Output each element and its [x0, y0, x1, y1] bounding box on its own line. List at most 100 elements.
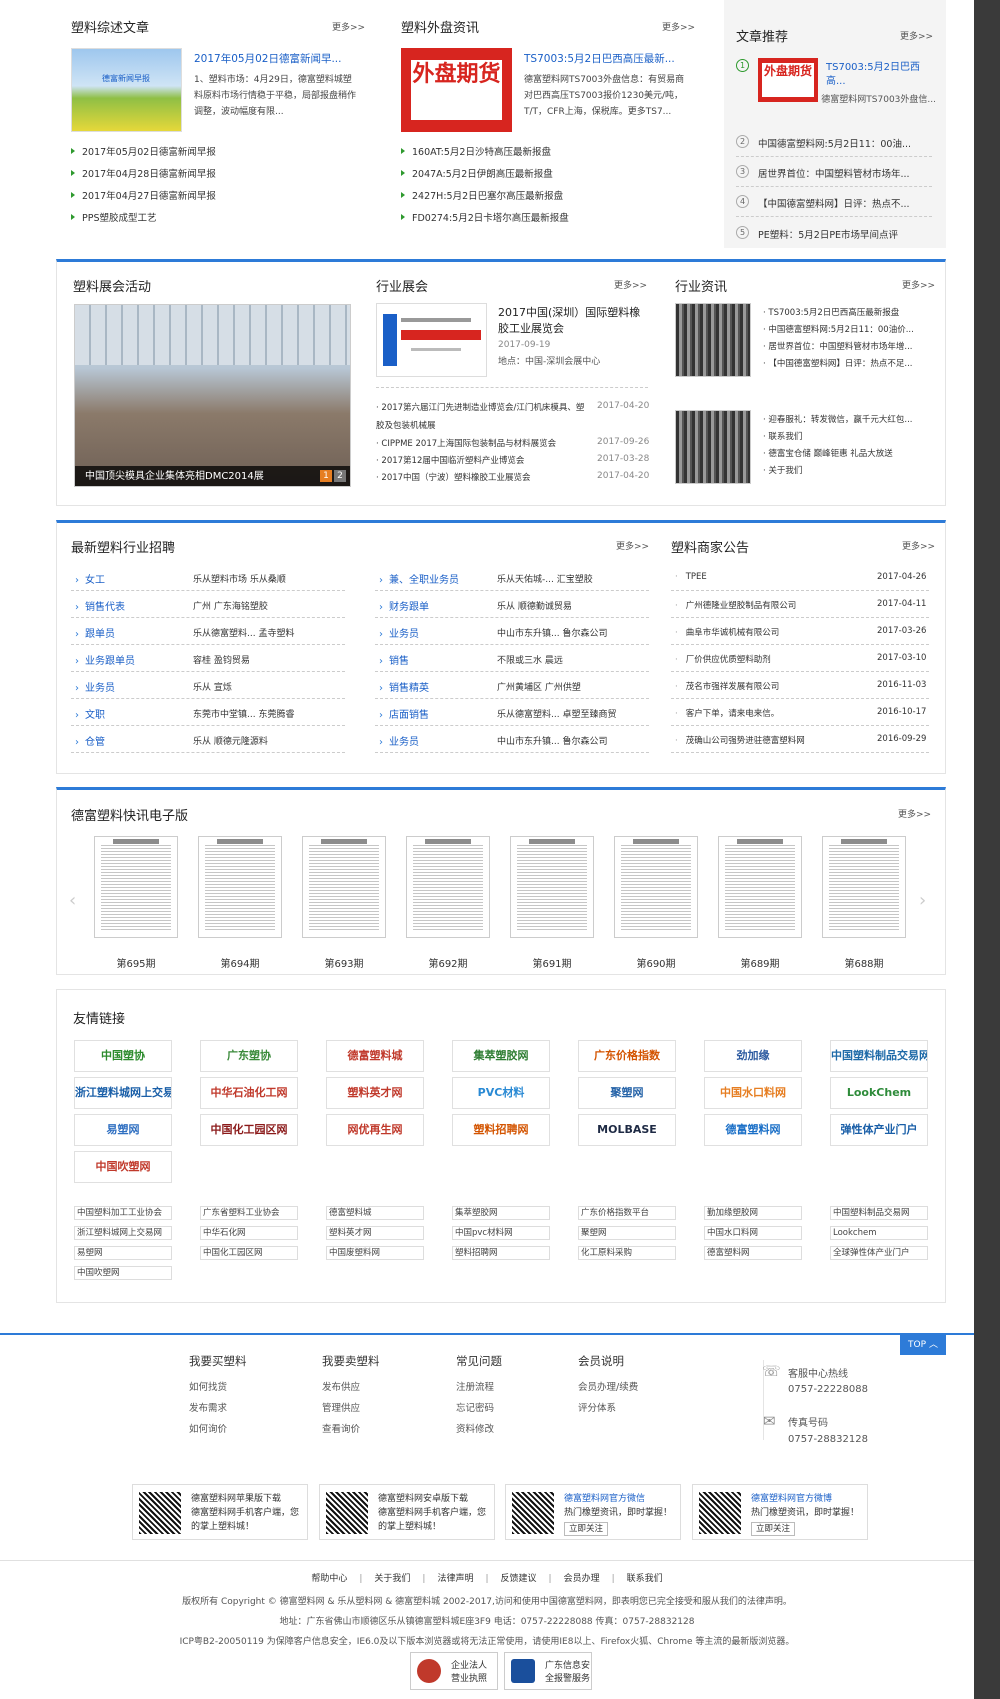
partner-logo-link[interactable]: PVC材料 [452, 1077, 550, 1109]
notice-item[interactable]: · 茂名市强祥发展有限公司 [675, 680, 855, 692]
job-company[interactable]: 不限或三水 晨远 [497, 653, 637, 666]
ebulletin-issue-label[interactable]: 第690期 [614, 955, 698, 970]
partner-text-link[interactable]: 中国塑料加工工业协会 [74, 1206, 172, 1220]
job-company[interactable]: 乐从天佑城-... 汇宝塑胶 [497, 572, 637, 585]
footer-nav-link[interactable]: 帮助中心 [311, 1574, 347, 1584]
qr-code-icon[interactable] [699, 1492, 741, 1534]
partner-text-link[interactable]: 集萃塑胶网 [452, 1206, 550, 1220]
list-item[interactable]: 2017年04月28日德富新闻早报 [71, 166, 216, 180]
headline-link[interactable]: TS7003:5月2日巴西高压最新... [524, 51, 675, 66]
partner-logo-link[interactable]: 德富塑料城 [326, 1040, 424, 1072]
job-position-link[interactable]: › 跟单员 [75, 625, 115, 640]
partner-logo-link[interactable]: 德富塑料网 [704, 1114, 802, 1146]
footer-nav-link[interactable]: 关于我们 [374, 1574, 410, 1584]
job-company[interactable]: 乐从德富塑料... 孟寺塑料 [193, 626, 333, 639]
partner-text-link[interactable]: 聚塑网 [578, 1226, 676, 1240]
fair-list-item[interactable]: · 2017第六届江门先进制造业博览会/江门机床模具、塑胶及包装机械展 [376, 399, 588, 435]
more-link[interactable]: 更多>> [662, 20, 695, 33]
qr-code-icon[interactable] [139, 1492, 181, 1534]
footer-nav-link[interactable]: 反馈建议 [501, 1574, 537, 1584]
job-company[interactable]: 中山市东升镇... 鲁尔森公司 [497, 626, 637, 639]
partner-logo-link[interactable]: 中国化工园区网 [200, 1114, 298, 1146]
list-item[interactable]: FD0274:5月2日卡塔尔高压最新报盘 [401, 210, 569, 224]
footer-link[interactable]: 发布供应 [322, 1377, 380, 1398]
job-company[interactable]: 乐从 宣烁 [193, 680, 333, 693]
ebulletin-cover[interactable] [406, 836, 490, 938]
security-badge[interactable]: 广东信息安 全报警服务 [504, 1652, 592, 1690]
partner-text-link[interactable]: 广东省塑料工业协会 [200, 1206, 298, 1220]
partner-logo-link[interactable]: 网优再生网 [326, 1114, 424, 1146]
partner-text-link[interactable]: 塑料招聘网 [452, 1246, 550, 1260]
fair-list-item[interactable]: · 2017中国（宁波）塑料橡胶工业展览会 [376, 471, 531, 483]
more-link[interactable]: 更多>> [902, 278, 935, 291]
partner-text-link[interactable]: 中国水口料网 [704, 1226, 802, 1240]
partner-logo-link[interactable]: 劲加缘 [704, 1040, 802, 1072]
notice-item[interactable]: · 客户下单，请来电来信。 [675, 707, 855, 719]
list-item[interactable]: 2017年05月02日德富新闻早报 [71, 144, 216, 158]
footer-link[interactable]: 评分体系 [578, 1398, 638, 1419]
ebulletin-issue-label[interactable]: 第689期 [718, 955, 802, 970]
expo-slideshow-image[interactable]: 中国顶尖模具企业集体亮相DMC2014展 1 2 [74, 304, 351, 487]
news-list-item[interactable]: · 居世界首位：中国塑料管材市场年增... [763, 340, 933, 352]
job-position-link[interactable]: › 销售精英 [379, 679, 429, 694]
ebulletin-issue-label[interactable]: 第691期 [510, 955, 594, 970]
ebulletin-issue-label[interactable]: 第692期 [406, 955, 490, 970]
list-item[interactable]: 160AT:5月2日沙特高压最新报盘 [401, 144, 551, 158]
partner-logo-link[interactable]: 聚塑网 [578, 1077, 676, 1109]
partner-logo-link[interactable]: 中国水口料网 [704, 1077, 802, 1109]
partner-text-link[interactable]: 中国pvc材料网 [452, 1226, 550, 1240]
ebulletin-cover[interactable] [302, 836, 386, 938]
fair-feature-title[interactable]: 2017中国(深圳）国际塑料橡胶工业展览会 [498, 305, 648, 337]
partner-text-link[interactable]: 勤加缘塑胶网 [704, 1206, 802, 1220]
partner-text-link[interactable]: 塑料英才网 [326, 1226, 424, 1240]
headline-link[interactable]: 2017年05月02日德富新闻早... [194, 51, 341, 66]
job-position-link[interactable]: › 店面销售 [379, 706, 429, 721]
news-list-item[interactable]: · 德富宝仓储 巅峰钜惠 礼品大放送 [763, 447, 933, 459]
partner-logo-link[interactable]: 浙江塑料城网上交易市场 [74, 1077, 172, 1109]
job-position-link[interactable]: › 财务跟单 [379, 598, 429, 613]
footer-nav-link[interactable]: 联系我们 [627, 1574, 663, 1584]
job-company[interactable]: 中山市东升镇... 鲁尔森公司 [497, 734, 637, 747]
list-item[interactable]: 2017年04月27日德富新闻早报 [71, 188, 216, 202]
ebulletin-cover[interactable] [198, 836, 282, 938]
qr-code-icon[interactable] [512, 1492, 554, 1534]
more-link[interactable]: 更多>> [616, 539, 649, 552]
footer-link[interactable]: 注册流程 [456, 1377, 502, 1398]
business-license-badge[interactable]: 企业法人 营业执照 [410, 1652, 498, 1690]
partner-text-link[interactable]: 化工原料采购 [578, 1246, 676, 1260]
recommend-item[interactable]: 居世界首位：中国塑料管材市场年... [758, 166, 910, 180]
list-item[interactable]: PPS塑胶成型工艺 [71, 210, 157, 224]
news-thumb-image[interactable] [675, 303, 751, 377]
news-thumb-image[interactable] [675, 410, 751, 484]
footer-nav-link[interactable]: 法律声明 [437, 1574, 473, 1584]
partner-text-link[interactable]: 德富塑料城 [326, 1206, 424, 1220]
job-position-link[interactable]: › 兼、全职业务员 [379, 571, 459, 586]
news-list-item[interactable]: · TS7003:5月2日巴西高压最新报盘 [763, 306, 933, 318]
news-list-item[interactable]: · 关于我们 [763, 464, 933, 476]
partner-text-link[interactable]: 全球弹性体产业门户 [830, 1246, 928, 1260]
footer-link[interactable]: 如何找货 [189, 1377, 247, 1398]
job-company[interactable]: 乐从塑料市场 乐从桑顺 [193, 572, 333, 585]
slide-page-2[interactable]: 2 [334, 470, 346, 482]
notice-item[interactable]: · 曲阜市华诚机械有限公司 [675, 626, 855, 638]
fair-list-item[interactable]: · CIPPME 2017上海国际包装制品与材料展览会 [376, 437, 556, 449]
carousel-next-icon[interactable]: › [919, 890, 926, 911]
news-thumb-image[interactable]: 外盘期货 [401, 48, 512, 132]
news-thumb-image[interactable]: 德富新闻早报 [71, 48, 182, 132]
list-item[interactable]: 2427H:5月2日巴塞尔高压最新报盘 [401, 188, 563, 202]
ebulletin-issue-label[interactable]: 第694期 [198, 955, 282, 970]
partner-logo-link[interactable]: LookChem [830, 1077, 928, 1109]
back-to-top-button[interactable]: TOP ︿ [900, 1335, 946, 1355]
more-link[interactable]: 更多>> [898, 807, 931, 820]
footer-link[interactable]: 资料修改 [456, 1419, 502, 1440]
news-list-item[interactable]: · 中国德富塑料网:5月2日11：00油价... [763, 323, 933, 335]
footer-link[interactable]: 查看询价 [322, 1419, 380, 1440]
recommend-item[interactable]: 【中国德富塑料网】日评：热点不... [758, 196, 910, 210]
ebulletin-cover[interactable] [614, 836, 698, 938]
partner-text-link[interactable]: 中国吹塑网 [74, 1266, 172, 1280]
job-position-link[interactable]: › 业务跟单员 [75, 652, 135, 667]
footer-nav-link[interactable]: 会员办理 [564, 1574, 600, 1584]
job-position-link[interactable]: › 销售代表 [75, 598, 125, 613]
ebulletin-cover[interactable] [718, 836, 802, 938]
partner-text-link[interactable]: Lookchem [830, 1226, 928, 1240]
